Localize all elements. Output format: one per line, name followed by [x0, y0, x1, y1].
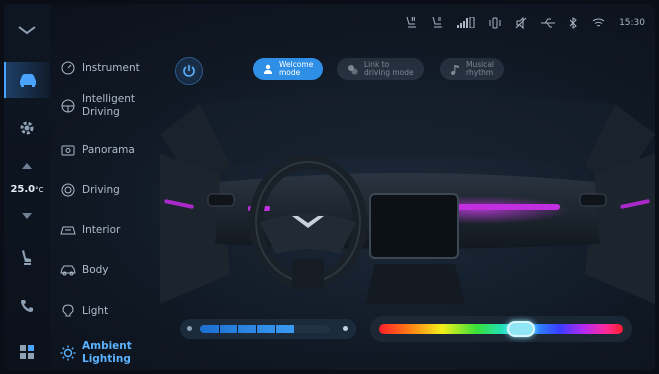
temperature-value: 25.0: [10, 184, 36, 195]
collapse-chevron-icon[interactable]: [4, 12, 50, 48]
gauge-icon: [60, 60, 76, 76]
car-interior-image: [160, 94, 655, 304]
menu-item-label: Interior: [82, 224, 121, 236]
brightness-fill: [200, 325, 294, 333]
steering-wheel-icon: [60, 98, 76, 114]
mode-label-line2: mode: [279, 68, 301, 77]
brightness-track[interactable]: [200, 325, 330, 333]
brightness-high-icon: [343, 326, 348, 331]
brightness-segment-divider: [275, 325, 276, 333]
brightness-slider[interactable]: [180, 319, 356, 339]
menu-item-light[interactable]: Light: [60, 303, 164, 319]
menu-item-interior[interactable]: Interior: [60, 222, 164, 238]
seat-heat-icon[interactable]: [405, 16, 417, 29]
seat-icon[interactable]: [4, 240, 50, 276]
apps-grid-icon[interactable]: [4, 334, 50, 370]
seat-vent-icon[interactable]: [431, 16, 443, 29]
temp-up-icon[interactable]: [4, 154, 50, 178]
menu-item-intelligent-driving[interactable]: Intelligent Driving: [60, 93, 164, 119]
menu-item-label: Intelligent Driving: [82, 93, 135, 118]
bluetooth-icon: [569, 16, 578, 29]
wifi-icon: [592, 18, 605, 28]
power-toggle-button[interactable]: [175, 57, 203, 85]
temperature-unit: °C: [35, 186, 44, 194]
mode-welcome-button[interactable]: Welcome mode: [253, 58, 324, 80]
center-display: [369, 193, 459, 259]
ambient-light-icon: [60, 345, 76, 361]
drive-mode-icon: [60, 182, 76, 198]
usb-icon: [541, 18, 556, 28]
status-bar: 15:30: [405, 16, 645, 29]
mode-label-line2: rhythm: [466, 68, 494, 77]
menu-item-label: Panorama: [82, 144, 135, 156]
power-icon: [183, 65, 195, 77]
camera-icon: [60, 142, 76, 158]
temp-down-icon[interactable]: [4, 204, 50, 228]
settings-gear-icon[interactable]: [4, 110, 50, 146]
menu-item-label: Instrument: [82, 62, 140, 74]
menu-item-driving[interactable]: Driving: [60, 182, 164, 198]
mode-label-line2: driving mode: [364, 68, 414, 77]
brightness-segment-divider: [237, 325, 238, 333]
person-icon: [264, 64, 272, 74]
music-note-icon: [451, 64, 459, 75]
interior-icon: [60, 222, 76, 238]
bulb-icon: [60, 303, 76, 319]
brightness-low-icon: [187, 326, 192, 331]
left-rail: 25.0°C: [4, 4, 50, 370]
vibrate-icon: [489, 17, 501, 29]
signal-icon: [457, 17, 475, 28]
clock: 15:30: [619, 17, 645, 28]
mode-musical-rhythm-button[interactable]: Musical rhythm: [440, 58, 505, 80]
menu-item-label: Light: [82, 305, 109, 317]
menu-item-body[interactable]: Body: [60, 262, 164, 278]
menu-item-label: Driving: [82, 184, 120, 196]
car-icon[interactable]: [4, 62, 50, 98]
color-slider-thumb[interactable]: [507, 321, 535, 337]
menu-item-label: Ambient Lighting: [82, 340, 132, 365]
infotainment-screen: 25.0°C Instrument Intelligent Driving Pa…: [4, 4, 655, 370]
menu-item-panorama[interactable]: Panorama: [60, 142, 164, 158]
menu-item-instrument[interactable]: Instrument: [60, 60, 164, 76]
mute-icon: [515, 16, 527, 29]
mode-link-driving-button[interactable]: Link to driving mode: [337, 58, 424, 80]
color-spectrum-track[interactable]: [379, 324, 623, 334]
brightness-segment-divider: [219, 325, 220, 333]
link-icon: [348, 64, 358, 74]
menu-item-ambient-lighting[interactable]: Ambient Lighting: [60, 340, 164, 366]
phone-icon[interactable]: [4, 288, 50, 324]
color-slider[interactable]: [370, 316, 632, 342]
temperature-readout: 25.0°C: [4, 184, 50, 195]
ambient-light-strip: [455, 204, 560, 210]
brightness-segment-divider: [256, 325, 257, 333]
menu-item-label: Body: [82, 264, 109, 276]
car-body-icon: [60, 262, 76, 278]
